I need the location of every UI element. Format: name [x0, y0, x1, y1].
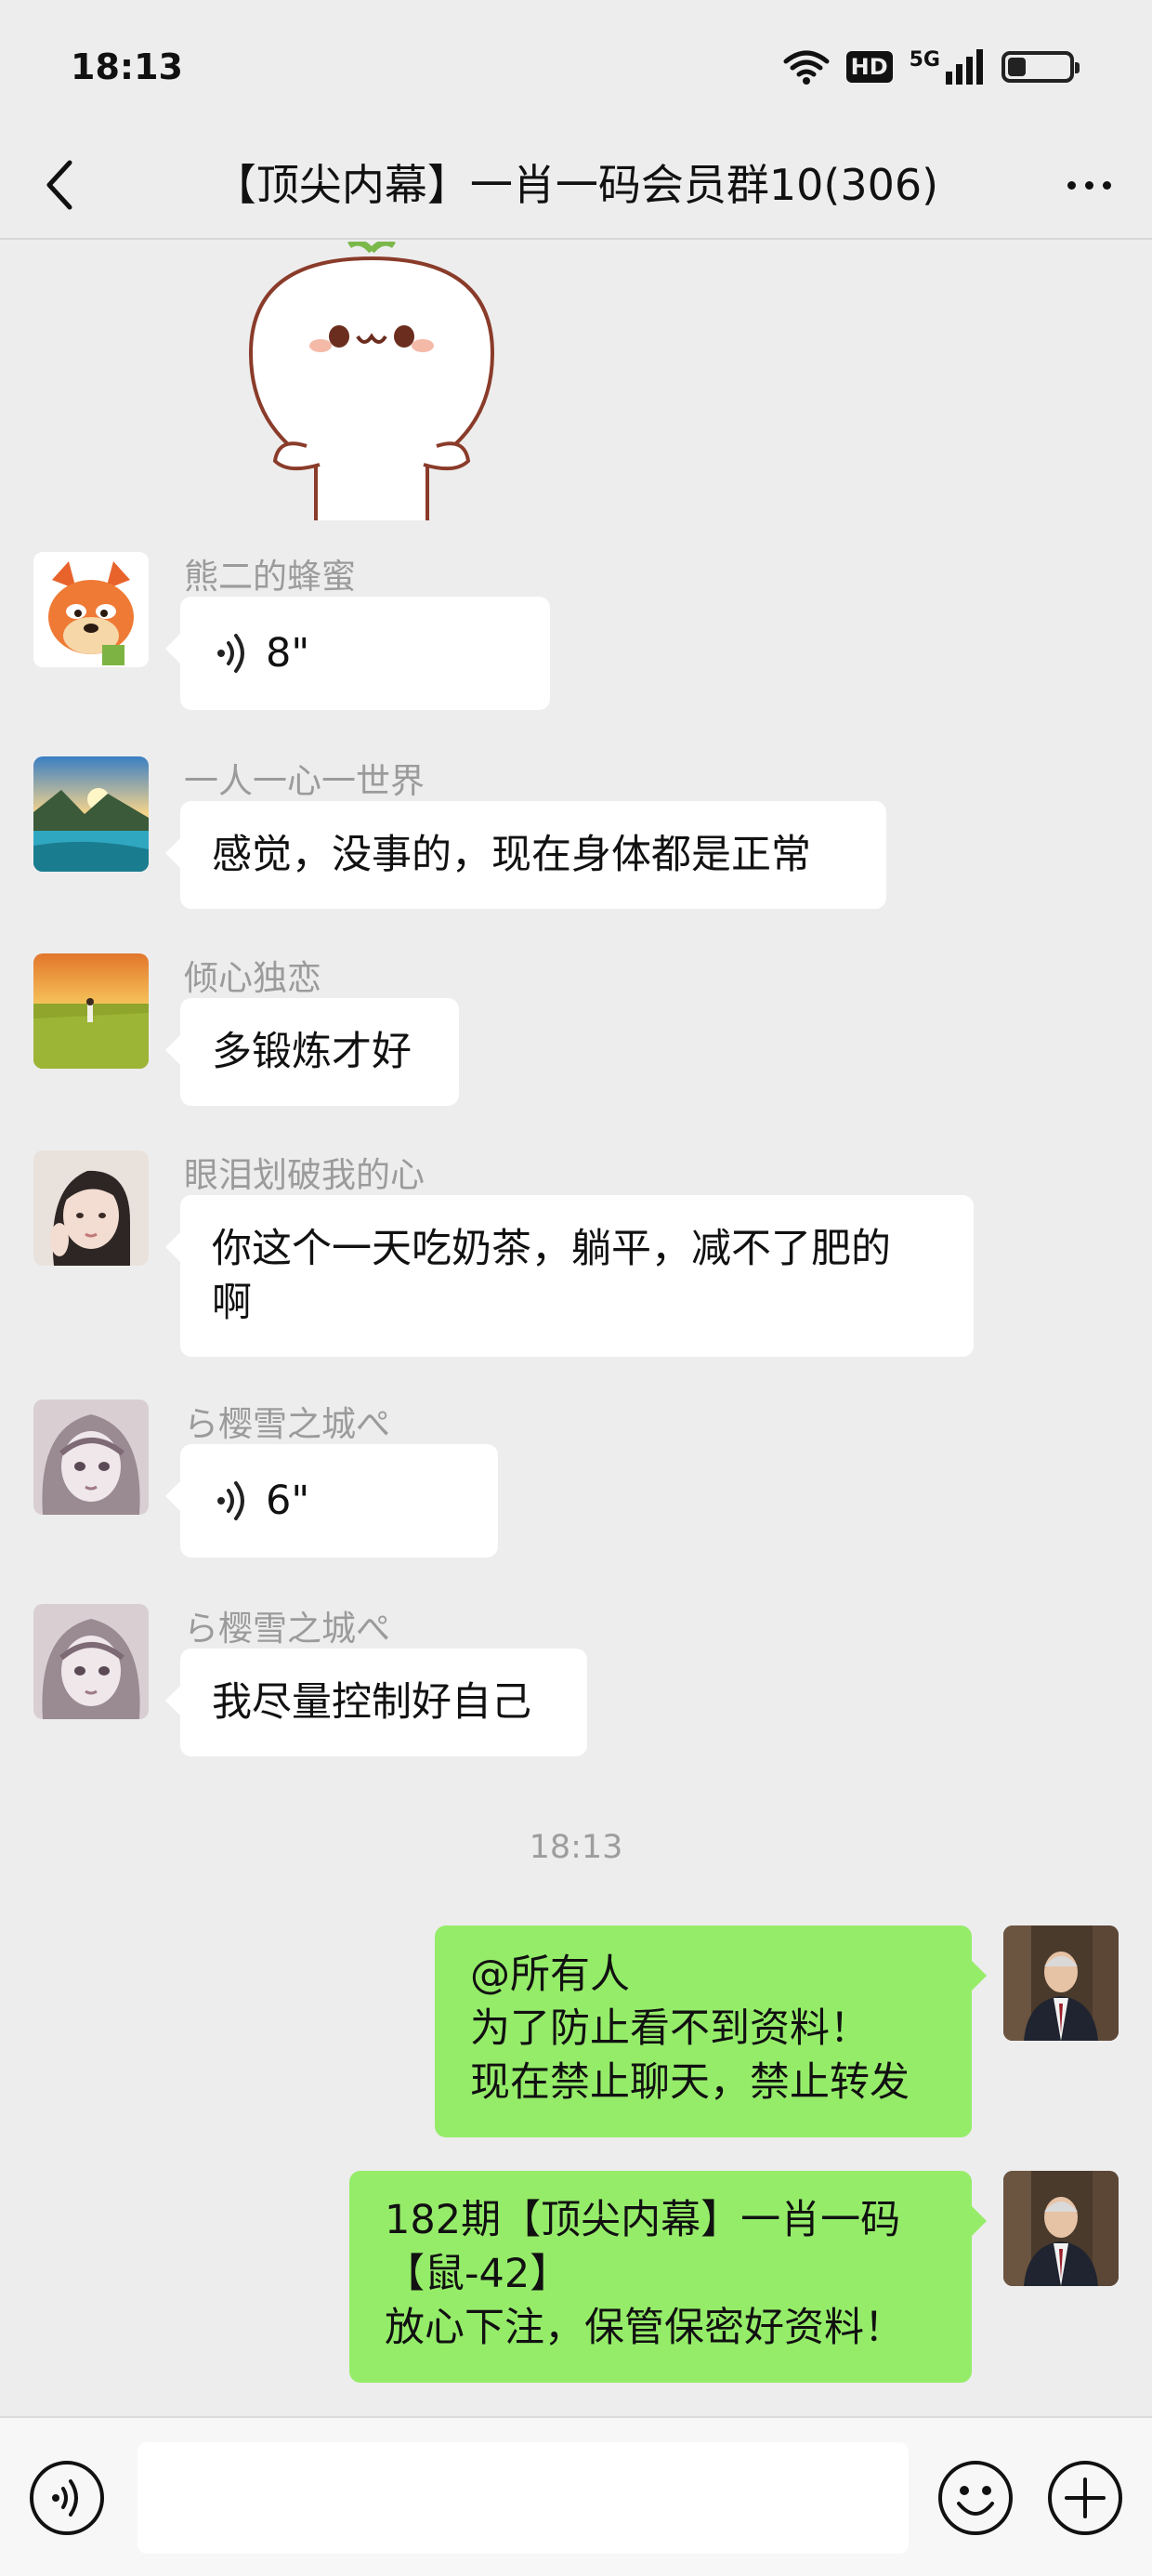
message-text-line: 放心下注，保管保密好资料！: [385, 2305, 904, 2351]
dot-icon: [1067, 180, 1076, 190]
text-message-bubble[interactable]: 你这个一天吃奶茶，躺平，减不了肥的 啊: [165, 1195, 974, 1357]
my-avatar[interactable]: [1003, 2171, 1119, 2286]
chat-header: 【顶尖内幕】一肖一码会员群10(306): [0, 130, 1152, 240]
message-timestamp: 18:13: [529, 1829, 623, 1866]
message-text-line: 【鼠-42】: [385, 2251, 570, 2297]
back-button[interactable]: [28, 152, 93, 217]
battery-level: [1008, 58, 1026, 76]
message-text-line: 182期【顶尖内幕】一肖一码: [385, 2197, 901, 2243]
sender-name: 倾心独恋: [184, 958, 321, 998]
voice-wave-icon: [217, 634, 244, 673]
message-list[interactable]: 熊二的蜂蜜 8" 一人一心一世界 感觉，没事的，现在身体都是正常 倾心独恋 多锻…: [0, 242, 1152, 2416]
smiley-icon: [938, 2461, 1013, 2535]
sender-name: ら樱雪之城ぺ: [184, 1404, 390, 1444]
sender-name: 眼泪划破我的心: [184, 1155, 425, 1195]
message-text: 我尽量控制好自己: [212, 1679, 531, 1726]
emoji-button[interactable]: [936, 2459, 1015, 2537]
dot-icon: [1102, 180, 1111, 190]
more-options-button[interactable]: [1052, 152, 1126, 217]
voice-mode-icon: [30, 2461, 104, 2535]
text-message-bubble[interactable]: 多锻炼才好: [165, 998, 459, 1106]
my-avatar[interactable]: [1003, 1925, 1119, 2041]
voice-duration: 6": [266, 1478, 310, 1524]
signal-icon: [946, 49, 983, 85]
voice-duration: 8": [266, 630, 310, 677]
sender-name: 一人一心一世界: [184, 761, 425, 801]
text-message-bubble[interactable]: 我尽量控制好自己: [165, 1649, 587, 1756]
voice-message-bubble[interactable]: 8": [165, 597, 550, 710]
avatar[interactable]: [33, 953, 149, 1069]
sender-name: ら樱雪之城ぺ: [184, 1609, 390, 1649]
status-time: 18:13: [71, 46, 183, 87]
message-text: 多锻炼才好: [212, 1029, 412, 1075]
message-text-line: 现在禁止聊天，禁止转发: [470, 2059, 910, 2106]
network-type-label: 5G: [909, 47, 940, 72]
dot-icon: [1084, 180, 1093, 190]
voice-wave-icon: [217, 1481, 244, 1520]
message-input[interactable]: [137, 2442, 909, 2554]
message-text-line: 为了防止看不到资料！: [470, 2005, 870, 2052]
status-icons: HD 5G: [783, 45, 1080, 89]
voice-input-toggle-button[interactable]: [28, 2459, 106, 2537]
message-text-line: 你这个一天吃奶茶，躺平，减不了肥的: [212, 1226, 891, 1272]
sender-name: 熊二的蜂蜜: [184, 557, 356, 597]
sticker-image[interactable]: [242, 242, 502, 520]
chat-title: 【顶尖内幕】一肖一码会员群10(306): [213, 160, 939, 210]
hd-voice-badge: HD: [845, 51, 893, 83]
chevron-left-icon: [46, 160, 72, 210]
message-text-line: 啊: [212, 1280, 252, 1326]
my-text-message-bubble[interactable]: 182期【顶尖内幕】一肖一码 【鼠-42】 放心下注，保管保密好资料！: [349, 2171, 987, 2383]
plus-icon: [1048, 2461, 1122, 2535]
avatar[interactable]: [33, 1400, 149, 1515]
voice-message-bubble[interactable]: 6": [165, 1444, 498, 1557]
battery-icon: [1001, 51, 1080, 83]
message-text: 感觉，没事的，现在身体都是正常: [212, 832, 811, 878]
wifi-icon: [783, 50, 830, 85]
status-bar: 18:13 HD 5G: [0, 0, 1152, 130]
message-text-line: @所有人: [470, 1952, 630, 1998]
input-bar: [0, 2416, 1152, 2576]
text-message-bubble[interactable]: 感觉，没事的，现在身体都是正常: [165, 801, 886, 909]
avatar[interactable]: [33, 1150, 149, 1266]
avatar[interactable]: [33, 756, 149, 872]
my-text-message-bubble[interactable]: @所有人 为了防止看不到资料！ 现在禁止聊天，禁止转发: [435, 1925, 987, 2137]
avatar[interactable]: [33, 1604, 149, 1719]
more-functions-button[interactable]: [1046, 2459, 1124, 2537]
avatar[interactable]: [33, 552, 149, 667]
